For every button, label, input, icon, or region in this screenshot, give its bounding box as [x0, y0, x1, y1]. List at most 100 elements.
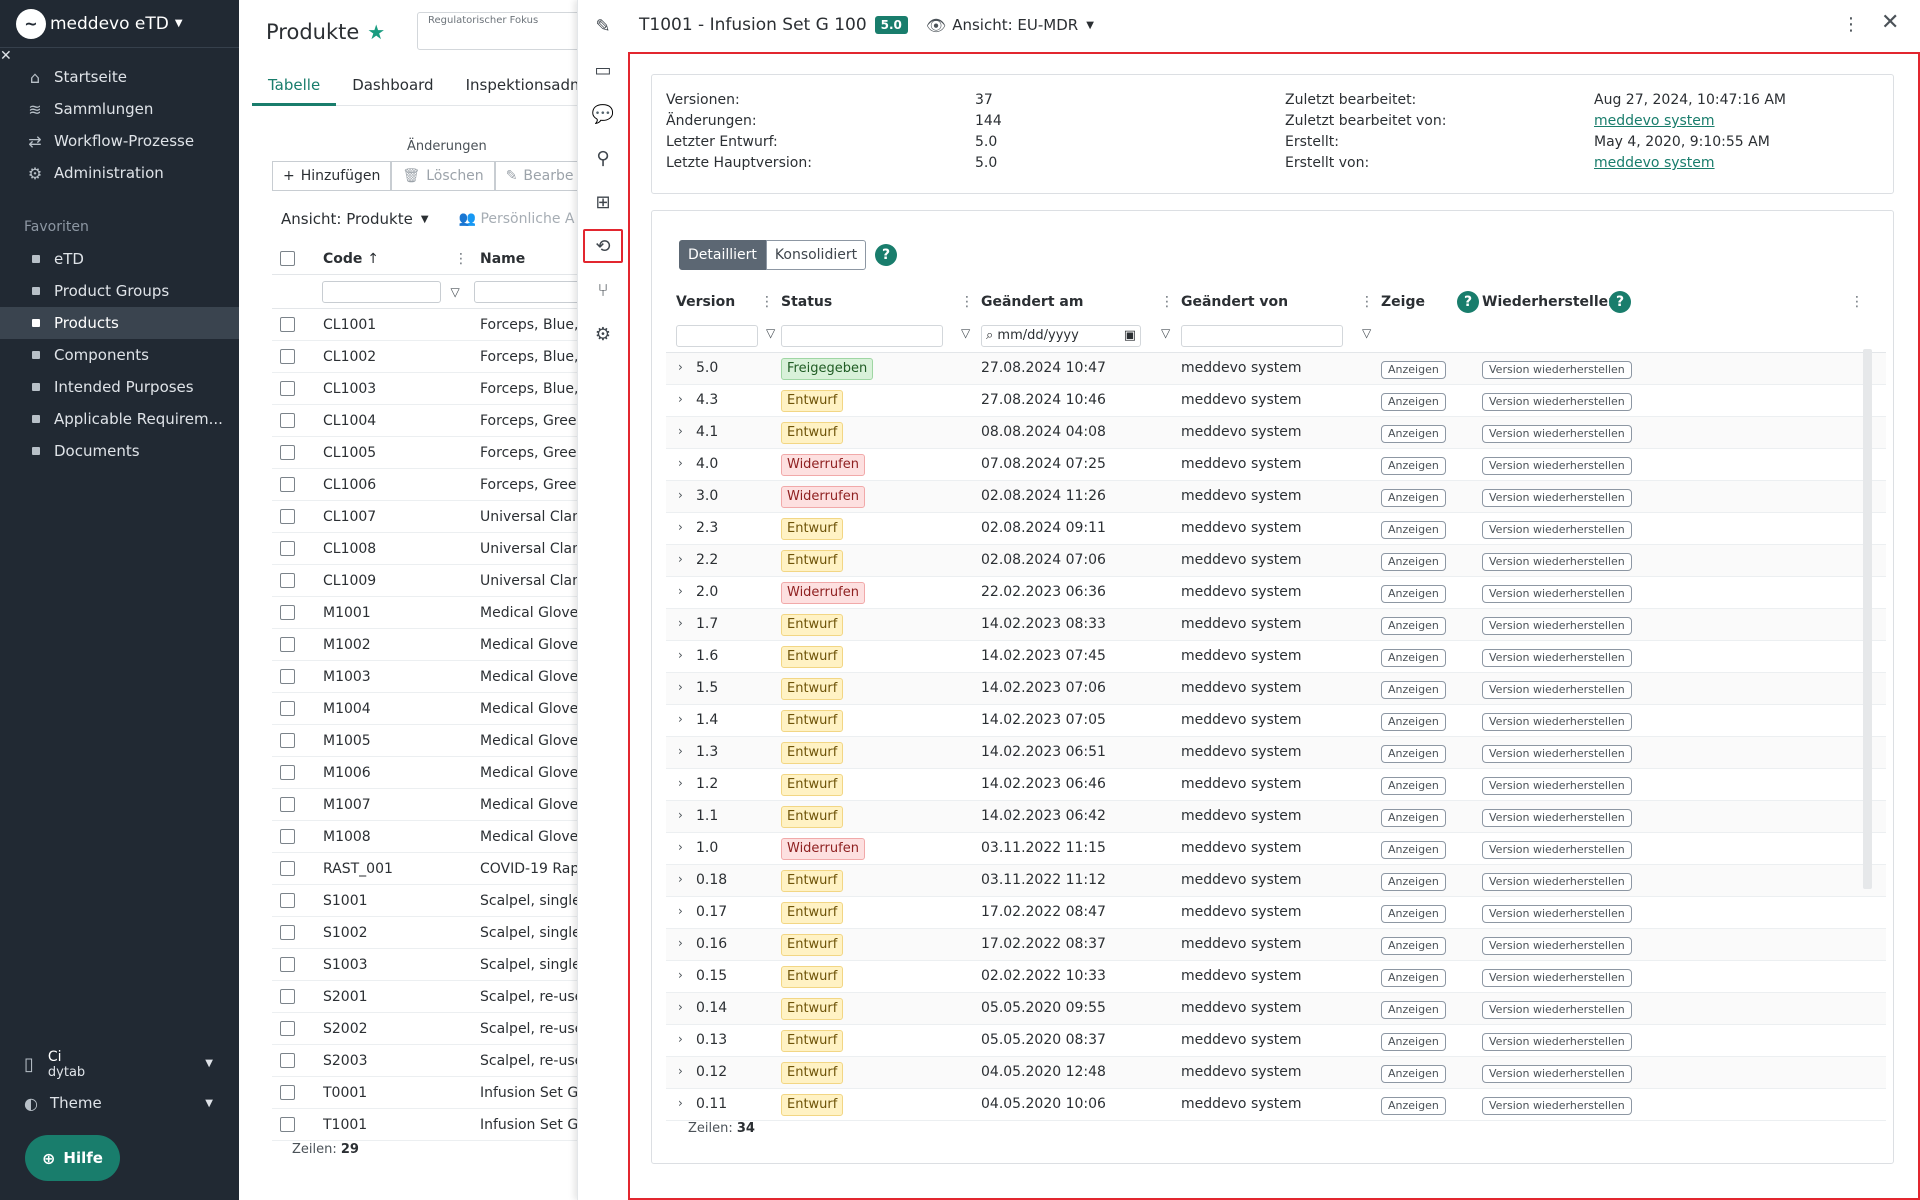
chevron-right-icon[interactable]: › — [678, 1064, 683, 1078]
column-menu-icon[interactable]: ⋮ — [454, 251, 468, 267]
settings-flow-icon[interactable]: ⚙ — [583, 317, 623, 351]
favorite-item[interactable]: Applicable Requirem... — [0, 403, 239, 435]
restore-version-button[interactable]: Version wiederherstellen — [1482, 1065, 1632, 1083]
comment-icon[interactable]: 💬 — [583, 97, 623, 131]
table-row[interactable]: › 0.18 Entwurf 03.11.2022 11:12 meddevo syst… — [666, 865, 1886, 897]
tab-dashboard[interactable]: Dashboard — [336, 70, 449, 106]
table-row[interactable]: › 1.2 Entwurf 14.02.2023 06:46 meddevo syste… — [666, 769, 1886, 801]
show-button[interactable]: Anzeigen — [1381, 937, 1446, 955]
show-button[interactable]: Anzeigen — [1381, 361, 1446, 379]
help-icon[interactable]: ? — [1609, 291, 1631, 313]
table-row[interactable]: T0001 Infusion Set G — [272, 1077, 577, 1109]
table-row[interactable]: M1001 Medical Glove — [272, 597, 577, 629]
table-row[interactable]: › 4.0 Widerrufen 07.08.2024 07:25 meddevo sy… — [666, 449, 1886, 481]
table-row[interactable]: M1002 Medical Glove — [272, 629, 577, 661]
column-menu-icon[interactable]: ⋮ — [960, 294, 974, 310]
show-button[interactable]: Anzeigen — [1381, 489, 1446, 507]
star-icon[interactable]: ★ — [367, 20, 385, 44]
restore-version-button[interactable]: Version wiederherstellen — [1482, 617, 1632, 635]
table-row[interactable]: S1002 Scalpel, single — [272, 917, 577, 949]
table-row[interactable]: T1001 Infusion Set G — [272, 1109, 577, 1141]
chevron-right-icon[interactable]: › — [678, 1096, 683, 1110]
info-value[interactable]: meddevo system — [1594, 111, 1715, 132]
table-row[interactable]: › 4.3 Entwurf 27.08.2024 10:46 meddevo syste… — [666, 385, 1886, 417]
chevron-right-icon[interactable]: › — [678, 1032, 683, 1046]
chevron-right-icon[interactable]: › — [678, 872, 683, 886]
chevron-right-icon[interactable]: › — [678, 584, 683, 598]
restore-version-button[interactable]: Version wiederherstellen — [1482, 553, 1632, 571]
status-filter-input[interactable] — [781, 325, 943, 347]
table-row[interactable]: › 4.1 Entwurf 08.08.2024 04:08 meddevo syste… — [666, 417, 1886, 449]
segment-consolidated[interactable]: Konsolidiert — [765, 240, 867, 270]
column-menu-icon[interactable]: ⋮ — [1160, 294, 1174, 310]
row-checkbox[interactable] — [280, 381, 295, 396]
add-button[interactable]: + Hinzufügen — [272, 161, 392, 191]
row-checkbox[interactable] — [280, 1021, 295, 1036]
restore-version-button[interactable]: Version wiederherstellen — [1482, 585, 1632, 603]
history-scrollbar[interactable] — [1863, 349, 1872, 889]
restore-version-button[interactable]: Version wiederherstellen — [1482, 521, 1632, 539]
favorite-item[interactable]: eTD — [0, 243, 239, 275]
card-icon[interactable]: ▭ — [583, 53, 623, 87]
show-button[interactable]: Anzeigen — [1381, 649, 1446, 667]
column-changed-by[interactable]: Geändert von — [1181, 294, 1288, 310]
segment-detailed[interactable]: Detailliert — [679, 240, 766, 270]
table-row[interactable]: M1008 Medical Glove — [272, 821, 577, 853]
table-row[interactable]: › 1.5 Entwurf 14.02.2023 07:06 meddevo syste… — [666, 673, 1886, 705]
column-name[interactable]: Name — [480, 251, 577, 267]
favorite-item[interactable]: Documents — [0, 435, 239, 467]
row-checkbox[interactable] — [280, 893, 295, 908]
view-selector[interactable]: Ansicht: Produkte ▼ 👥 Persönliche A — [281, 210, 574, 228]
edit-button[interactable]: ✎ Bearbe — [494, 161, 577, 191]
filter-icon[interactable]: ▽ — [451, 285, 460, 299]
restore-version-button[interactable]: Version wiederherstellen — [1482, 1001, 1632, 1019]
show-button[interactable]: Anzeigen — [1381, 1065, 1446, 1083]
show-button[interactable]: Anzeigen — [1381, 745, 1446, 763]
row-checkbox[interactable] — [280, 669, 295, 684]
help-icon[interactable]: ? — [875, 244, 898, 266]
table-row[interactable]: › 0.16 Entwurf 17.02.2022 08:37 meddevo syst… — [666, 929, 1886, 961]
table-row[interactable]: CL1009 Universal Clam — [272, 565, 577, 597]
chevron-right-icon[interactable]: › — [678, 552, 683, 566]
row-checkbox[interactable] — [280, 829, 295, 844]
nav-item-0[interactable]: ⌂ Startseite — [0, 61, 239, 93]
table-row[interactable]: › 0.14 Entwurf 05.05.2020 09:55 meddevo syst… — [666, 993, 1886, 1025]
table-row[interactable]: › 0.17 Entwurf 17.02.2022 08:47 meddevo syst… — [666, 897, 1886, 929]
row-checkbox[interactable] — [280, 733, 295, 748]
row-checkbox[interactable] — [280, 573, 295, 588]
restore-version-button[interactable]: Version wiederherstellen — [1482, 873, 1632, 891]
row-checkbox[interactable] — [280, 957, 295, 972]
column-version[interactable]: Version — [676, 294, 735, 310]
show-button[interactable]: Anzeigen — [1381, 841, 1446, 859]
row-checkbox[interactable] — [280, 541, 295, 556]
table-row[interactable]: CL1001 Forceps, Blue, — [272, 309, 577, 341]
table-row[interactable]: S1003 Scalpel, single — [272, 949, 577, 981]
restore-version-button[interactable]: Version wiederherstellen — [1482, 809, 1632, 827]
row-checkbox[interactable] — [280, 637, 295, 652]
restore-version-button[interactable]: Version wiederherstellen — [1482, 777, 1632, 795]
table-row[interactable]: › 2.2 Entwurf 02.08.2024 07:06 meddevo syste… — [666, 545, 1886, 577]
table-row[interactable]: S2003 Scalpel, re-use — [272, 1045, 577, 1077]
restore-version-button[interactable]: Version wiederherstellen — [1482, 425, 1632, 443]
help-button[interactable]: ⊕ Hilfe — [25, 1135, 120, 1181]
row-checkbox[interactable] — [280, 445, 295, 460]
help-icon[interactable]: ? — [1457, 291, 1479, 313]
chevron-right-icon[interactable]: › — [678, 680, 683, 694]
row-checkbox[interactable] — [280, 701, 295, 716]
row-checkbox[interactable] — [280, 477, 295, 492]
table-row[interactable]: S2001 Scalpel, re-use — [272, 981, 577, 1013]
close-icon[interactable]: ✕ — [0, 48, 12, 64]
chevron-right-icon[interactable]: › — [678, 1000, 683, 1014]
chevron-right-icon[interactable]: › — [678, 520, 683, 534]
more-options-icon[interactable]: ⋮ — [1842, 14, 1860, 35]
restore-version-button[interactable]: Version wiederherstellen — [1482, 393, 1632, 411]
show-button[interactable]: Anzeigen — [1381, 1033, 1446, 1051]
filter-icon[interactable]: ▽ — [1161, 326, 1170, 340]
column-menu-icon[interactable]: ⋮ — [1850, 294, 1864, 310]
edit-icon[interactable]: ✎ — [583, 9, 623, 43]
show-button[interactable]: Anzeigen — [1381, 873, 1446, 891]
chevron-right-icon[interactable]: › — [678, 424, 683, 438]
favorite-item[interactable]: Product Groups — [0, 275, 239, 307]
show-button[interactable]: Anzeigen — [1381, 681, 1446, 699]
table-row[interactable]: CL1008 Universal Clam — [272, 533, 577, 565]
